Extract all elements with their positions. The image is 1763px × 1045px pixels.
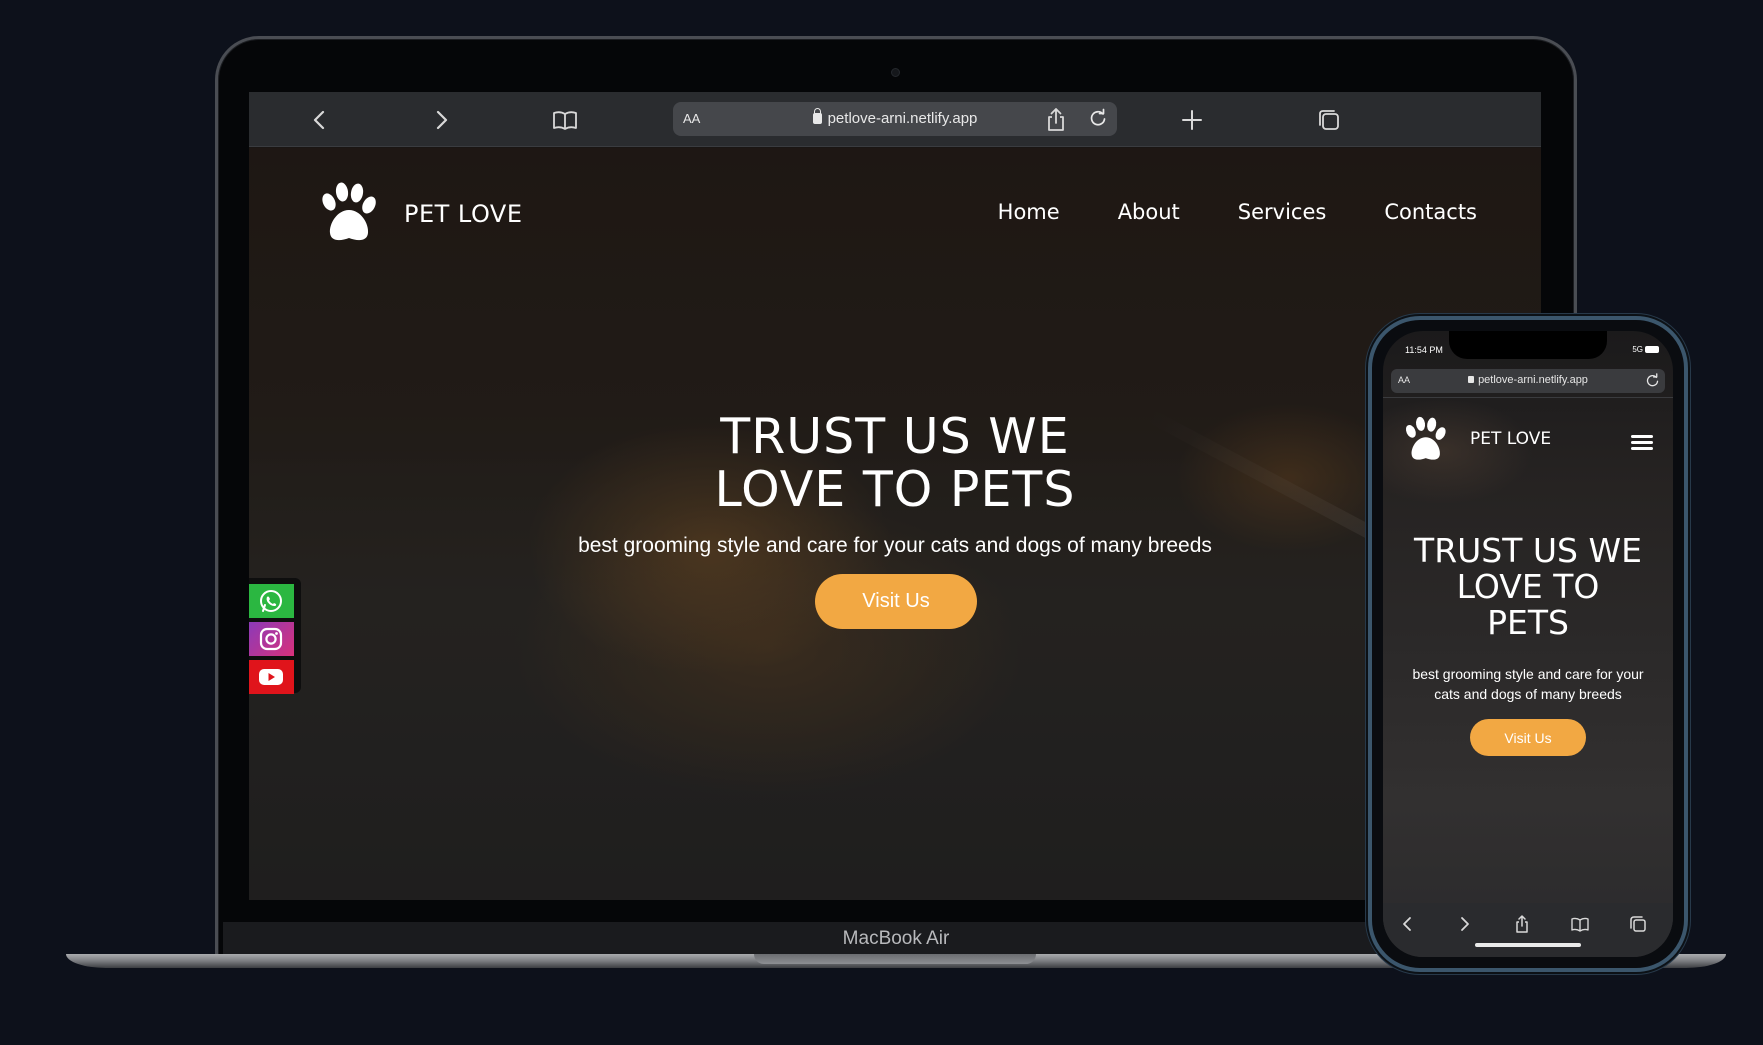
nav-about[interactable]: About [1118, 200, 1180, 224]
nav-services[interactable]: Services [1238, 200, 1327, 224]
social-sidebar [249, 578, 301, 694]
nav-home[interactable]: Home [998, 200, 1060, 224]
phone-url-text: petlove-arni.netlify.app [1478, 374, 1588, 386]
phone-frame: 11:54 PM 5G AA petlove-arni.netlify.app … [1368, 316, 1688, 972]
phone-address-bar[interactable]: AA petlove-arni.netlify.app [1391, 369, 1665, 393]
phone-visit-us-button[interactable]: Visit Us [1470, 719, 1586, 756]
url-text: petlove-arni.netlify.app [827, 110, 978, 127]
laptop-camera [891, 68, 900, 77]
status-time: 11:54 PM [1405, 345, 1443, 355]
visit-us-button[interactable]: Visit Us [815, 574, 977, 629]
nav-contacts[interactable]: Contacts [1384, 200, 1477, 224]
phone-bookmarks-icon[interactable] [1569, 913, 1591, 935]
reload-icon[interactable] [1087, 107, 1109, 129]
whatsapp-icon [260, 590, 282, 612]
phone-back-icon[interactable] [1397, 913, 1419, 935]
bookmarks-icon[interactable] [550, 105, 580, 135]
hero-section: PET LOVE Home About Services Contacts TR… [249, 148, 1541, 900]
phone-hero-subtitle: best grooming style and care for your ca… [1412, 666, 1644, 702]
hero-title-line-1: TRUST US WE [720, 408, 1070, 465]
hero-title: TRUST US WE LOVE TO PETS [249, 410, 1541, 516]
whatsapp-button[interactable] [249, 584, 294, 618]
phone-lock-icon [1468, 376, 1475, 383]
phone-browser-toolbar [1383, 903, 1673, 957]
youtube-icon [259, 669, 283, 685]
phone-hero-title: TRUST US WE LOVE TO PETS [1383, 533, 1673, 641]
share-icon[interactable] [1041, 105, 1071, 135]
site-brand[interactable]: PET LOVE [404, 200, 523, 228]
phone-site-brand[interactable]: PET LOVE [1470, 429, 1551, 449]
phone-paw-logo-icon[interactable] [1399, 415, 1451, 467]
lock-icon [812, 108, 822, 124]
site-nav: Home About Services Contacts [998, 200, 1477, 224]
hero-overlay [249, 148, 1541, 900]
back-icon[interactable] [305, 105, 335, 135]
laptop-hinge-notch [754, 954, 1036, 964]
phone-hero-title-line-1: TRUST US WE [1414, 531, 1642, 570]
instagram-icon [259, 627, 283, 651]
laptop-screen: AA petlove-arni.netlify.app PET LOVE Hom… [249, 92, 1541, 900]
browser-toolbar: AA petlove-arni.netlify.app [249, 92, 1541, 147]
battery-icon [1645, 346, 1659, 353]
phone-screen: 11:54 PM 5G AA petlove-arni.netlify.app … [1383, 331, 1673, 957]
status-network: 5G [1632, 345, 1643, 354]
phone-notch [1449, 331, 1607, 359]
laptop-model-label: MacBook Air [842, 928, 950, 949]
instagram-button[interactable] [249, 622, 294, 656]
laptop-chin: MacBook Air [223, 922, 1569, 954]
phone-status-bar: 11:54 PM 5G [1383, 331, 1673, 367]
phone-forward-icon[interactable] [1453, 913, 1475, 935]
new-tab-icon[interactable] [1177, 105, 1207, 135]
tabs-icon[interactable] [1314, 105, 1344, 135]
phone-address-divider [1383, 397, 1673, 398]
hamburger-menu-icon[interactable] [1631, 435, 1653, 451]
forward-icon[interactable] [426, 105, 456, 135]
phone-tabs-icon[interactable] [1627, 913, 1649, 935]
youtube-button[interactable] [249, 660, 294, 694]
paw-logo-icon[interactable] [313, 180, 383, 250]
hero-title-line-2: LOVE TO PETS [714, 461, 1076, 518]
hero-subtitle: best grooming style and care for your ca… [578, 534, 1212, 557]
phone-hero-title-line-3: PETS [1487, 603, 1569, 642]
phone-share-icon[interactable] [1511, 913, 1533, 935]
home-indicator[interactable] [1475, 943, 1581, 947]
phone-reload-icon[interactable] [1644, 372, 1661, 389]
phone-hero-title-line-2: LOVE TO [1456, 567, 1600, 606]
